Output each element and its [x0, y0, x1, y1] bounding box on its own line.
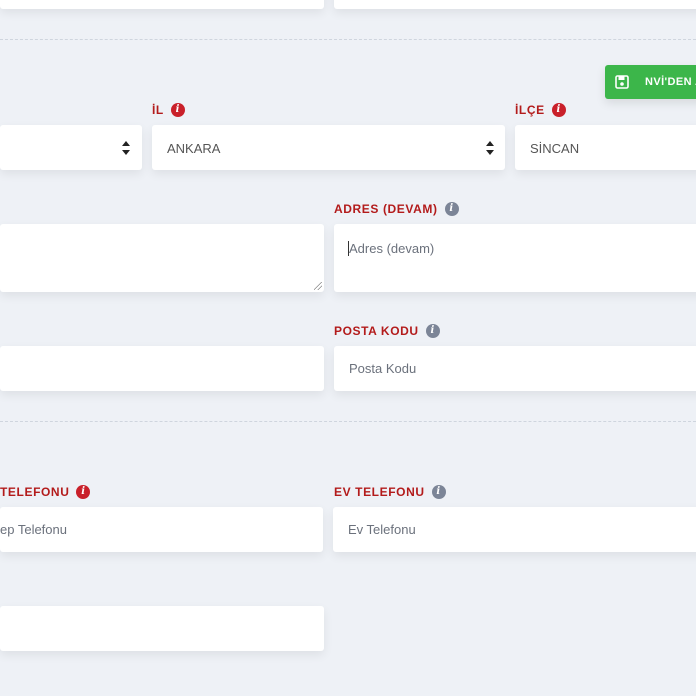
posta-kodu-label: POSTA KODU i: [334, 324, 440, 338]
resize-handle-icon[interactable]: [314, 282, 322, 290]
info-icon[interactable]: i: [444, 202, 459, 216]
ev-telefonu-input[interactable]: Ev Telefonu: [333, 507, 696, 552]
left-input[interactable]: [0, 346, 324, 391]
top-right-field[interactable]: [334, 0, 696, 9]
il-label: İL i: [152, 103, 185, 117]
cep-telefonu-label: TELEFONU i: [0, 485, 91, 499]
select-arrows-icon: [122, 141, 130, 155]
ev-telefonu-label: EV TELEFONU i: [334, 485, 446, 499]
ilce-select[interactable]: SİNCAN: [515, 125, 696, 170]
cep-telefonu-placeholder: ep Telefonu: [0, 522, 67, 537]
nvi-button-label: NVİ'DEN A: [645, 76, 696, 88]
ev-telefonu-placeholder: Ev Telefonu: [348, 522, 416, 537]
info-icon[interactable]: i: [170, 103, 185, 117]
top-left-field[interactable]: [0, 0, 324, 9]
save-icon: [615, 75, 629, 89]
posta-kodu-placeholder: Posta Kodu: [349, 361, 417, 376]
ilce-value: SİNCAN: [530, 141, 580, 156]
info-icon[interactable]: i: [551, 103, 566, 117]
nvi-fetch-button[interactable]: NVİ'DEN A: [605, 65, 696, 99]
il-value: ANKARA: [167, 141, 221, 156]
adres-devam-textarea[interactable]: Adres (devam): [334, 224, 696, 292]
section-divider: [0, 39, 696, 40]
info-icon[interactable]: i: [76, 485, 91, 499]
ilce-label: İLÇE i: [515, 103, 566, 117]
address-textarea[interactable]: [0, 224, 324, 292]
unnamed-select[interactable]: [0, 125, 142, 170]
adres-devam-placeholder: Adres (devam): [349, 241, 435, 256]
info-icon[interactable]: i: [431, 485, 446, 499]
section-divider: [0, 421, 696, 422]
posta-kodu-input[interactable]: Posta Kodu: [334, 346, 696, 391]
cep-telefonu-input[interactable]: ep Telefonu: [0, 507, 323, 552]
select-arrows-icon: [486, 141, 494, 155]
il-select[interactable]: ANKARA: [152, 125, 505, 170]
adres-devam-label: ADRES (DEVAM) i: [334, 202, 459, 216]
bottom-input[interactable]: [0, 606, 324, 651]
info-icon[interactable]: i: [425, 324, 440, 338]
